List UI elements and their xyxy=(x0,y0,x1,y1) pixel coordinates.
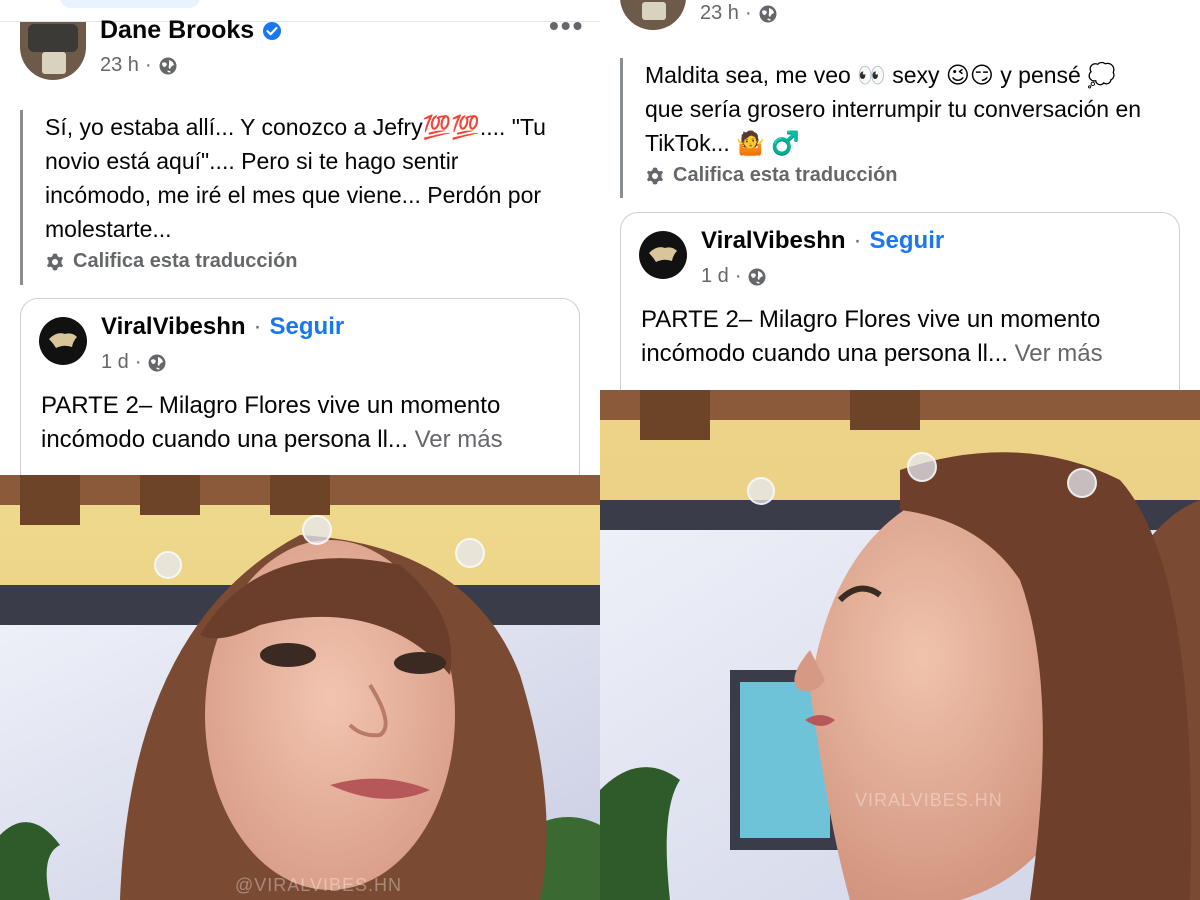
avatar[interactable] xyxy=(620,0,686,30)
follow-button[interactable]: Seguir xyxy=(270,313,345,341)
page-name[interactable]: ViralVibeshn xyxy=(101,313,246,341)
author-name[interactable]: Dane Brooks xyxy=(100,16,282,45)
bubble-decoration xyxy=(747,477,775,505)
video-thumbnail[interactable]: @VIRALVIBES.HN xyxy=(0,475,600,900)
bubble-decoration xyxy=(302,515,332,545)
bubble-decoration xyxy=(1067,468,1097,498)
timestamp[interactable]: 23 h xyxy=(700,2,739,25)
globe-icon xyxy=(748,268,766,285)
shared-post-meta: 1 d · xyxy=(701,265,767,288)
rate-translation-link[interactable]: Califica esta traducción xyxy=(645,164,1160,187)
shared-post-meta: 1 d · xyxy=(101,351,167,374)
translated-comment: Sí, yo estaba allí... Y conozco a Jefry💯… xyxy=(20,110,560,285)
video-frame-image xyxy=(0,475,600,900)
top-pill xyxy=(60,0,200,8)
page-avatar[interactable] xyxy=(639,231,687,279)
page-name-row: ViralVibeshn · Seguir xyxy=(701,227,945,255)
right-screenshot-panel: 23 h · Maldita sea, me veo 👀 sexy 😉😏 y p… xyxy=(600,0,1200,900)
page-logo-icon xyxy=(649,247,677,262)
bubble-decoration xyxy=(907,452,937,482)
see-more-link[interactable]: Ver más xyxy=(415,426,503,453)
timestamp[interactable]: 1 d xyxy=(101,351,129,374)
watermark: @VIRALVIBES.HN xyxy=(235,875,402,895)
shared-post-text: PARTE 2– Milagro Flores vive un momento … xyxy=(41,392,503,453)
timestamp[interactable]: 23 h xyxy=(100,54,139,77)
more-options-icon[interactable]: ••• xyxy=(549,10,584,42)
comment-text: Maldita sea, me veo 👀 sexy 😉😏 y pensé 💭 … xyxy=(645,62,1142,156)
comment-meta: 23 h · xyxy=(700,2,778,25)
shared-post-card[interactable]: ViralVibeshn · Seguir 1 d · PARTE 2– Mil… xyxy=(20,298,580,498)
verified-badge-icon xyxy=(263,21,282,40)
left-screenshot-panel: Dane Brooks ••• 23 h · Sí, yo estaba all… xyxy=(0,0,600,900)
rate-translation-link[interactable]: Califica esta traducción xyxy=(45,250,560,273)
video-thumbnail[interactable]: VIRALVIBES.HN xyxy=(600,390,1200,900)
page-avatar[interactable] xyxy=(39,317,87,365)
comment-meta: 23 h · xyxy=(100,54,178,77)
shared-post-card[interactable]: ViralVibeshn · Seguir 1 d · PARTE 2– Mil… xyxy=(620,212,1180,412)
watermark: VIRALVIBES.HN xyxy=(855,790,1003,810)
globe-icon xyxy=(759,5,777,22)
gear-icon xyxy=(647,167,663,184)
video-frame-image xyxy=(600,390,1200,900)
bubble-decoration xyxy=(455,538,485,568)
globe-icon xyxy=(148,354,166,371)
avatar[interactable] xyxy=(20,22,86,80)
gear-icon xyxy=(47,253,63,270)
page-name[interactable]: ViralVibeshn xyxy=(701,227,846,255)
bubble-decoration xyxy=(154,551,182,579)
page-name-row: ViralVibeshn · Seguir xyxy=(101,313,345,341)
translated-comment: Maldita sea, me veo 👀 sexy 😉😏 y pensé 💭 … xyxy=(620,58,1160,198)
comment-text: Sí, yo estaba allí... Y conozco a Jefry💯… xyxy=(45,114,546,242)
see-more-link[interactable]: Ver más xyxy=(1015,340,1103,367)
timestamp[interactable]: 1 d xyxy=(701,265,729,288)
page-logo-icon xyxy=(49,333,77,348)
follow-button[interactable]: Seguir xyxy=(870,227,945,255)
globe-icon xyxy=(159,57,177,74)
shared-post-text: PARTE 2– Milagro Flores vive un momento … xyxy=(641,306,1103,367)
